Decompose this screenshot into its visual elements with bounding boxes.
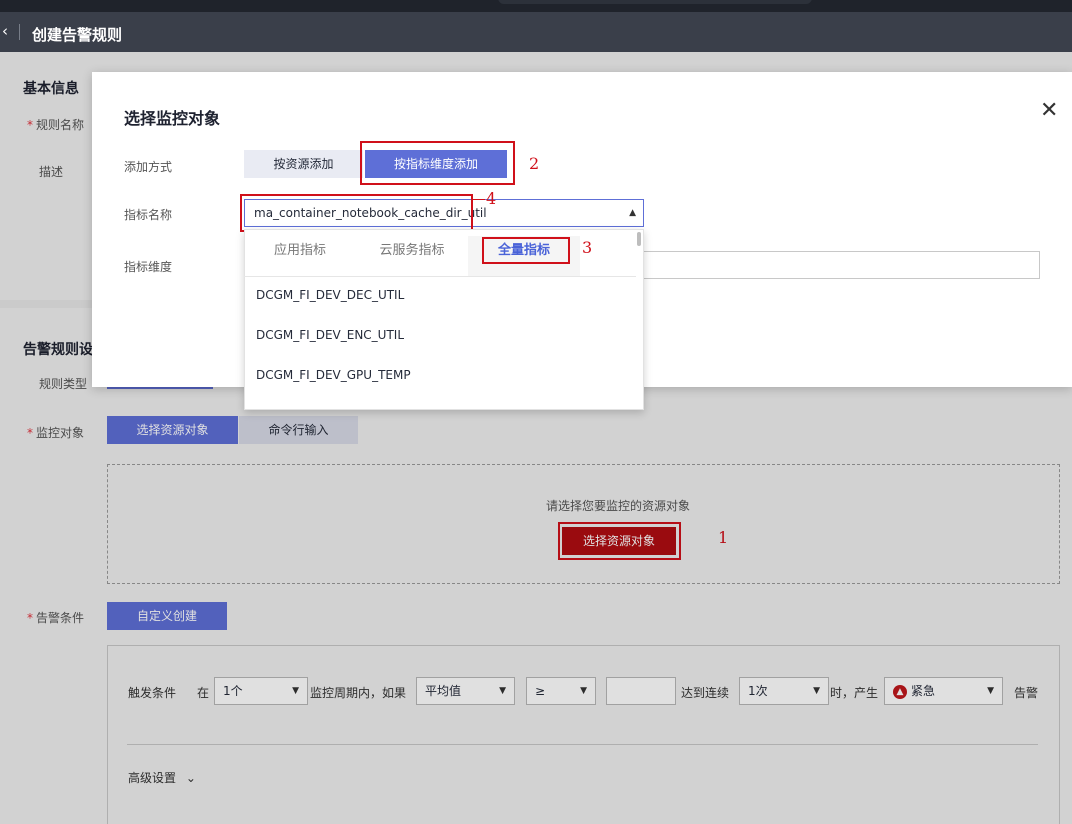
annotation-label-4: 4 xyxy=(486,189,497,208)
dropdown-tab-divider xyxy=(244,276,636,277)
search-pill xyxy=(498,0,812,4)
list-item[interactable]: DCGM_FI_DEV_DEC_UTIL xyxy=(256,288,404,302)
tab-app-metrics[interactable]: 应用指标 xyxy=(244,236,356,276)
annotation-label-2: 2 xyxy=(529,154,540,173)
dialog-title: 选择监控对象 xyxy=(124,109,221,128)
top-bar xyxy=(0,0,1072,12)
list-item[interactable]: DCGM_FI_DEV_GPU_TEMP xyxy=(256,368,411,382)
add-by-resource-button[interactable]: 按资源添加 xyxy=(244,150,363,178)
chevron-left-icon[interactable]: ‹ xyxy=(2,22,8,40)
close-icon[interactable]: ✕ xyxy=(1040,100,1058,122)
caret-up-icon: ▲ xyxy=(629,208,636,218)
dropdown-scrollbar[interactable] xyxy=(637,232,641,246)
add-method-label: 添加方式 xyxy=(124,160,173,174)
metric-dimension-label: 指标维度 xyxy=(124,260,173,274)
page-title: 创建告警规则 xyxy=(32,26,123,44)
title-separator xyxy=(19,24,20,40)
tab-cloud-service-metrics[interactable]: 云服务指标 xyxy=(356,236,468,276)
annotation-box-2 xyxy=(360,141,515,185)
annotation-leader-line xyxy=(473,199,485,200)
annotation-label-3: 3 xyxy=(582,238,593,257)
title-bar: ‹ 创建告警规则 xyxy=(0,12,1072,52)
metric-dimension-input[interactable] xyxy=(640,251,1040,279)
annotation-box-3 xyxy=(482,237,570,264)
metric-name-label: 指标名称 xyxy=(124,208,173,222)
list-item[interactable]: DCGM_FI_DEV_ENC_UTIL xyxy=(256,328,404,342)
annotation-box-4 xyxy=(240,194,473,232)
